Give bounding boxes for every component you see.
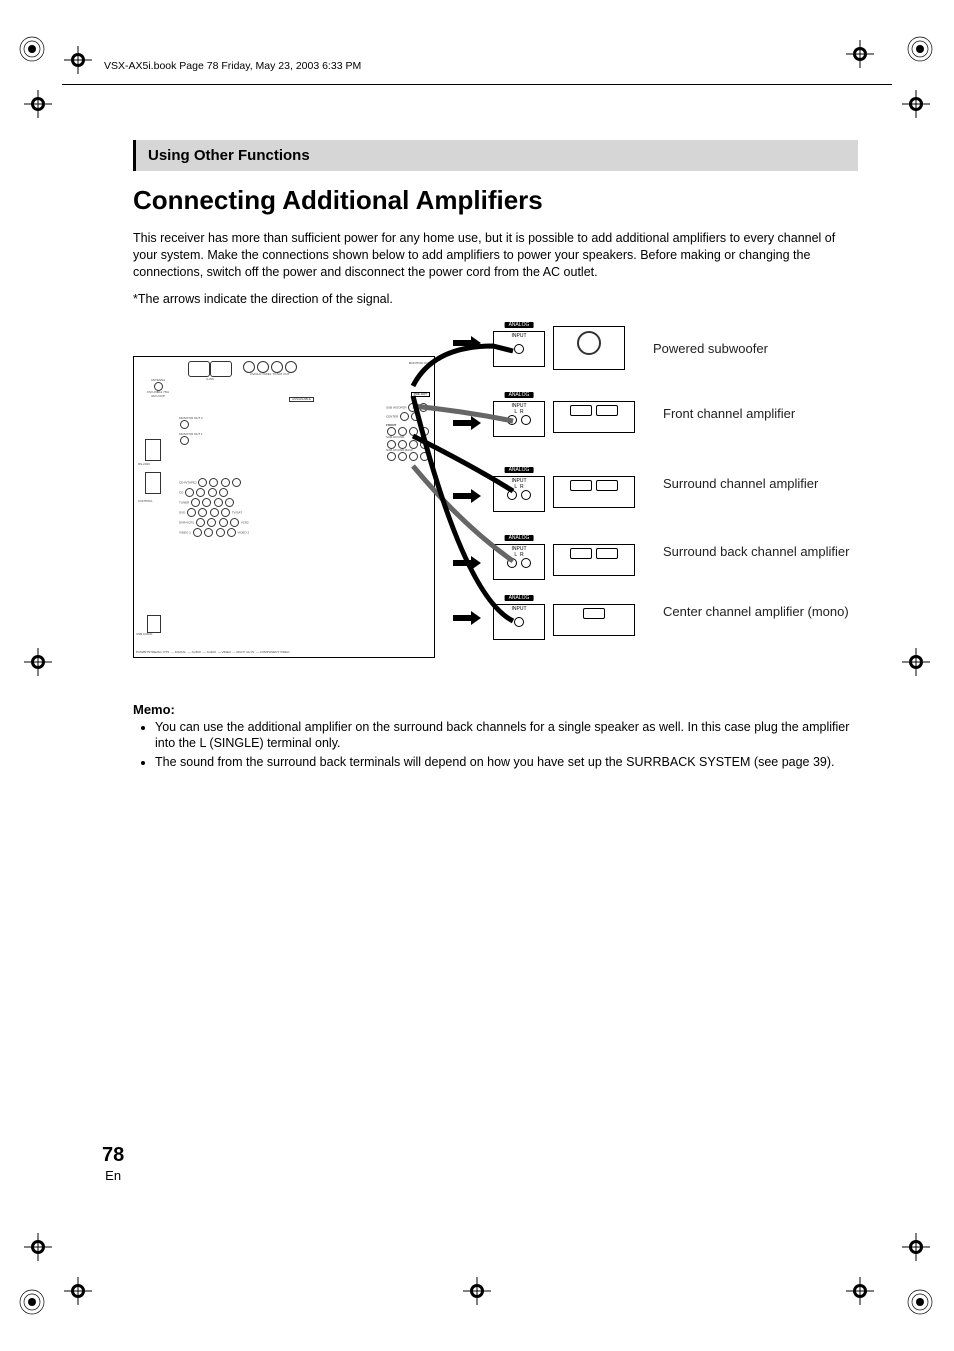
surround-back-input-box: ANALOG INPUT L R: [493, 544, 545, 580]
surround-amp-box: [553, 476, 635, 508]
page-heading: Connecting Additional Amplifiers: [133, 185, 858, 216]
print-mark-icon: [906, 1288, 934, 1316]
subwoofer-input-box: ANALOG INPUT: [493, 331, 545, 367]
print-mark-icon: [18, 35, 46, 63]
page-lang: En: [102, 1168, 124, 1183]
label-surround-amp: Surround channel amplifier: [663, 476, 818, 492]
connection-diagram: i.LINK DVD/LD TAPE1 TV/SAT OUT ANTENNA F…: [133, 326, 853, 676]
front-input-box: ANALOG INPUT L R: [493, 401, 545, 437]
crosshair-icon: [463, 1277, 491, 1305]
front-amp-box: [553, 401, 635, 433]
label-subwoofer: Powered subwoofer: [653, 341, 768, 357]
surround-input-box: ANALOG INPUT L R: [493, 476, 545, 512]
crosshair-icon: [902, 648, 930, 676]
signal-arrow-icon: [453, 416, 483, 430]
crosshair-icon: [846, 1277, 874, 1305]
arrow-note: *The arrows indicate the direction of th…: [133, 291, 858, 308]
subwoofer-box: [553, 326, 625, 370]
panel-label-antenna: ANTENNA: [151, 378, 165, 382]
center-amp-box: [553, 604, 635, 636]
crosshair-icon: [24, 648, 52, 676]
memo-item: The sound from the surround back termina…: [155, 754, 858, 771]
print-mark-icon: [906, 35, 934, 63]
signal-arrow-icon: [453, 556, 483, 570]
crosshair-icon: [24, 90, 52, 118]
crosshair-icon: [24, 1233, 52, 1261]
intro-paragraph: This receiver has more than sufficient p…: [133, 230, 858, 281]
document-header: VSX-AX5i.book Page 78 Friday, May 23, 20…: [62, 50, 892, 85]
signal-arrow-icon: [453, 611, 483, 625]
memo-heading: Memo:: [133, 702, 858, 717]
memo-item: You can use the additional amplifier on …: [155, 719, 858, 753]
label-front-amp: Front channel amplifier: [663, 406, 795, 422]
signal-arrow-icon: [453, 489, 483, 503]
memo-list: You can use the additional amplifier on …: [133, 719, 858, 772]
print-mark-icon: [18, 1288, 46, 1316]
doc-info: VSX-AX5i.book Page 78 Friday, May 23, 20…: [104, 60, 361, 72]
section-title-bar: Using Other Functions: [133, 140, 858, 171]
panel-label-ilink: i.LINK: [180, 378, 240, 382]
crosshair-icon: [902, 90, 930, 118]
surround-back-amp-box: [553, 544, 635, 576]
signal-arrow-icon: [453, 336, 483, 350]
page-number: 78 En: [102, 1144, 124, 1183]
center-input-box: ANALOG INPUT: [493, 604, 545, 640]
label-center-amp: Center channel amplifier (mono): [663, 604, 849, 620]
label-surround-back-amp: Surround back channel amplifier: [663, 544, 849, 560]
crosshair-icon: [902, 1233, 930, 1261]
crosshair-icon: [64, 1277, 92, 1305]
receiver-rear-panel: i.LINK DVD/LD TAPE1 TV/SAT OUT ANTENNA F…: [133, 356, 435, 658]
